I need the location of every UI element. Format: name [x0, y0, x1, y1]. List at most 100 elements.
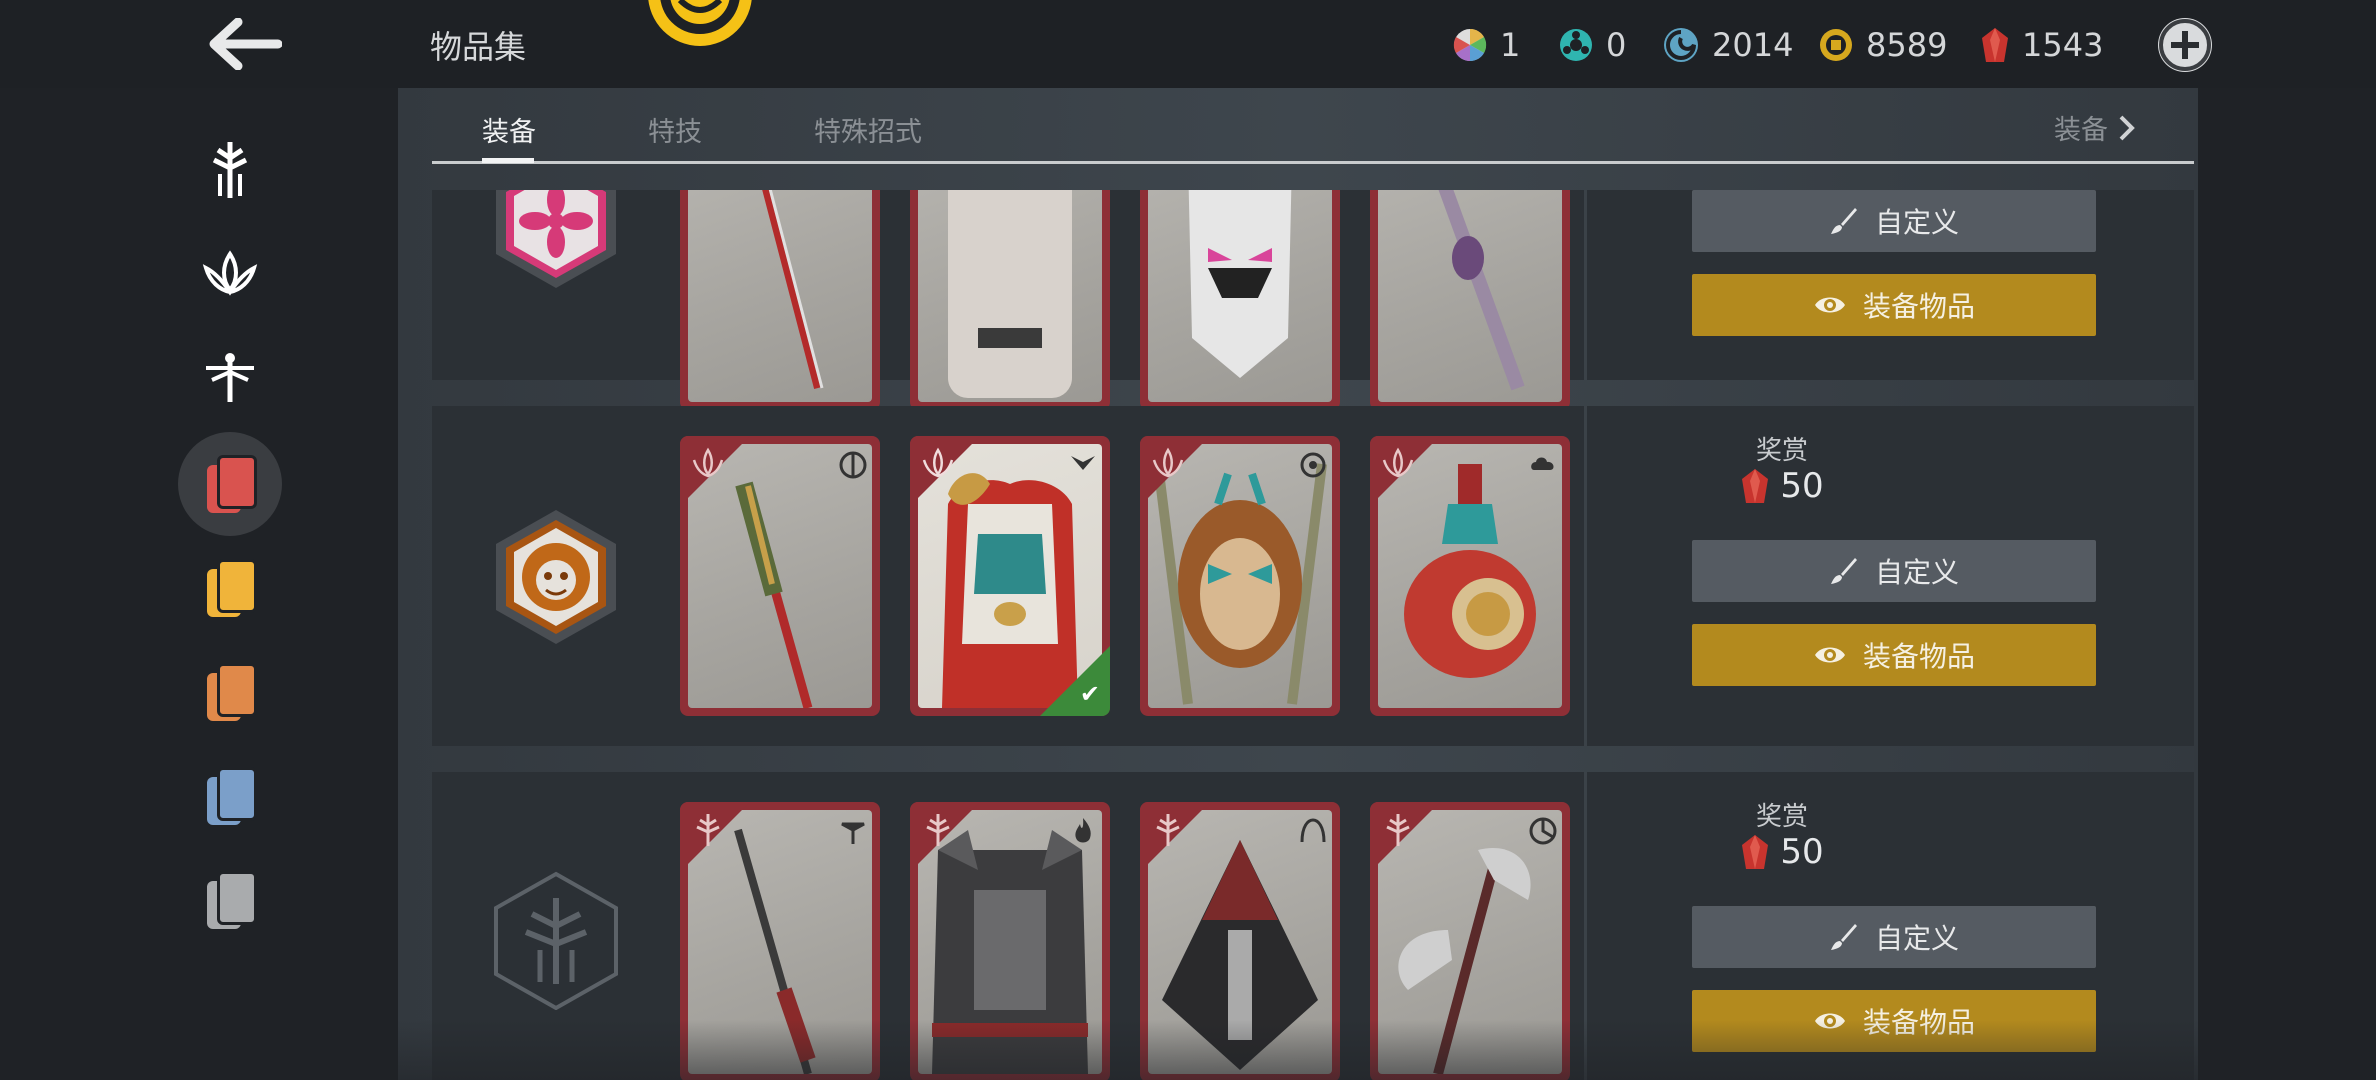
cloud-slot-icon [1531, 457, 1554, 470]
knight-faction-icon [696, 814, 720, 846]
equip-items-button[interactable]: 装备物品 [1692, 274, 2096, 336]
currency-gold-value: 8589 [1866, 26, 1948, 64]
item-card[interactable] [1370, 436, 1570, 716]
samurai-lotus-icon [692, 447, 724, 478]
red-crystal-icon [1742, 469, 1769, 503]
grey-card-deck-icon [207, 871, 257, 929]
item-card-equipped[interactable]: ✔ [910, 436, 1110, 716]
currency-red-value: 1543 [2022, 26, 2104, 64]
knight-faction-icon [212, 142, 248, 198]
orange-card-deck-icon [207, 663, 257, 721]
item-card[interactable] [1370, 190, 1570, 410]
tab-feats[interactable]: 特技 [648, 110, 702, 149]
reward-label: 奖赏 [1755, 802, 1808, 832]
reward-amount: 50 [1682, 466, 1882, 506]
brush-icon [1830, 208, 1857, 234]
samurai-lotus-icon [1152, 447, 1184, 478]
faction-logo-icon [648, 0, 752, 46]
currency-multicolor-value: 1 [1500, 26, 1521, 64]
knight-faction-icon [1156, 814, 1180, 846]
back-arrow-icon [209, 18, 282, 70]
multicolor-orb-icon [1453, 28, 1487, 62]
item-card[interactable] [680, 436, 880, 716]
customize-label: 自定义 [1874, 556, 1959, 589]
page-title: 物品集 [430, 28, 527, 66]
reward-label: 奖赏 [1755, 436, 1808, 466]
wu-lin-dragonfly-icon [206, 353, 254, 402]
back-button[interactable] [200, 14, 290, 74]
sidebar-item-knight[interactable] [178, 118, 282, 222]
equip-label: 装备物品 [1862, 1006, 1975, 1039]
swirl-icon [1664, 28, 1698, 62]
plus-icon [2159, 19, 2211, 71]
sidebar-item-red-collection[interactable] [178, 432, 282, 536]
sidebar-item-grey-collection[interactable] [178, 848, 282, 952]
item-card[interactable] [680, 190, 880, 410]
yellow-card-deck-icon [207, 559, 257, 617]
currency-gold: 8589 [1818, 20, 1947, 70]
sidebar-item-yellow-collection[interactable] [178, 536, 282, 640]
lion-emblem-badge [496, 510, 616, 644]
sidebar-item-orange-collection[interactable] [178, 640, 282, 744]
reward-value: 50 [1780, 832, 1824, 872]
currency-swirl: 2014 [1662, 20, 1793, 70]
red-card-deck-icon [207, 455, 257, 513]
tab-next-button[interactable]: 装备 [2054, 108, 2136, 147]
knight-emblem-badge [494, 871, 618, 1010]
tab-next-label: 装备 [2054, 115, 2108, 146]
eye-icon [1814, 1013, 1845, 1029]
equip-items-button[interactable]: 装备物品 [1692, 624, 2096, 686]
currency-steel: 0 [1558, 20, 1626, 70]
helmet-slot-icon [1300, 452, 1326, 478]
customize-button[interactable]: 自定义 [1692, 540, 2096, 602]
steel-token-icon [1560, 29, 1592, 61]
customize-label: 自定义 [1874, 206, 1959, 239]
hood-slot-icon [1300, 818, 1326, 843]
sidebar-item-wulin[interactable] [178, 326, 282, 430]
customize-button[interactable]: 自定义 [1692, 190, 2096, 252]
sidebar-item-samurai[interactable] [178, 222, 282, 326]
item-card[interactable] [1140, 802, 1340, 1080]
reward-value: 50 [1780, 466, 1824, 506]
red-crystal-icon [1982, 28, 2008, 62]
equip-label: 装备物品 [1862, 290, 1975, 323]
knight-faction-icon [1386, 814, 1410, 846]
currency-steel-value: 0 [1606, 26, 1627, 64]
currency-steel-red: 1543 [1980, 20, 2103, 70]
chevron-right-icon [2119, 115, 2135, 140]
customize-button[interactable]: 自定义 [1692, 906, 2096, 968]
item-set-list: 自定义 装备物品 ✔ 奖赏 50 自定义 装备物品 奖赏 50 自定义 装备物品 [432, 190, 2194, 1080]
item-card[interactable] [1370, 802, 1570, 1080]
item-set-row: 自定义 装备物品 [432, 190, 2194, 410]
currency-swirl-value: 2014 [1712, 26, 1794, 64]
equip-items-button[interactable]: 装备物品 [1692, 990, 2096, 1052]
item-card[interactable] [680, 802, 880, 1080]
item-set-row: ✔ 奖赏 50 自定义 装备物品 [432, 406, 2194, 746]
tab-emotes[interactable]: 特殊招式 [814, 110, 922, 149]
tabs-divider [432, 161, 2194, 164]
fire-slot-icon [1075, 818, 1091, 843]
gold-coin-icon [1820, 29, 1852, 61]
sidebar-item-blue-collection[interactable] [178, 744, 282, 848]
add-currency-button[interactable] [2158, 18, 2212, 72]
eye-icon [1814, 647, 1845, 663]
equip-label: 装备物品 [1862, 640, 1975, 673]
sidebar [0, 88, 398, 1080]
knight-faction-icon [926, 814, 950, 846]
red-crystal-icon [1742, 835, 1769, 869]
blue-card-deck-icon [207, 767, 257, 825]
samurai-lotus-icon [1382, 447, 1414, 478]
brush-icon [1830, 558, 1857, 584]
tab-gear[interactable]: 装备 [482, 110, 536, 149]
item-set-row: 奖赏 50 自定义 装备物品 [432, 772, 2194, 1080]
samurai-lotus-icon [202, 250, 258, 296]
brush-icon [1830, 924, 1857, 950]
chest-slot-icon [1071, 456, 1095, 470]
customize-label: 自定义 [1874, 922, 1959, 955]
item-card[interactable] [1140, 436, 1340, 716]
item-card[interactable] [1140, 190, 1340, 410]
item-card[interactable] [910, 802, 1110, 1080]
checkmark-icon: ✔ [1079, 680, 1100, 708]
item-card[interactable] [910, 190, 1110, 410]
samurai-lotus-icon [922, 447, 954, 478]
